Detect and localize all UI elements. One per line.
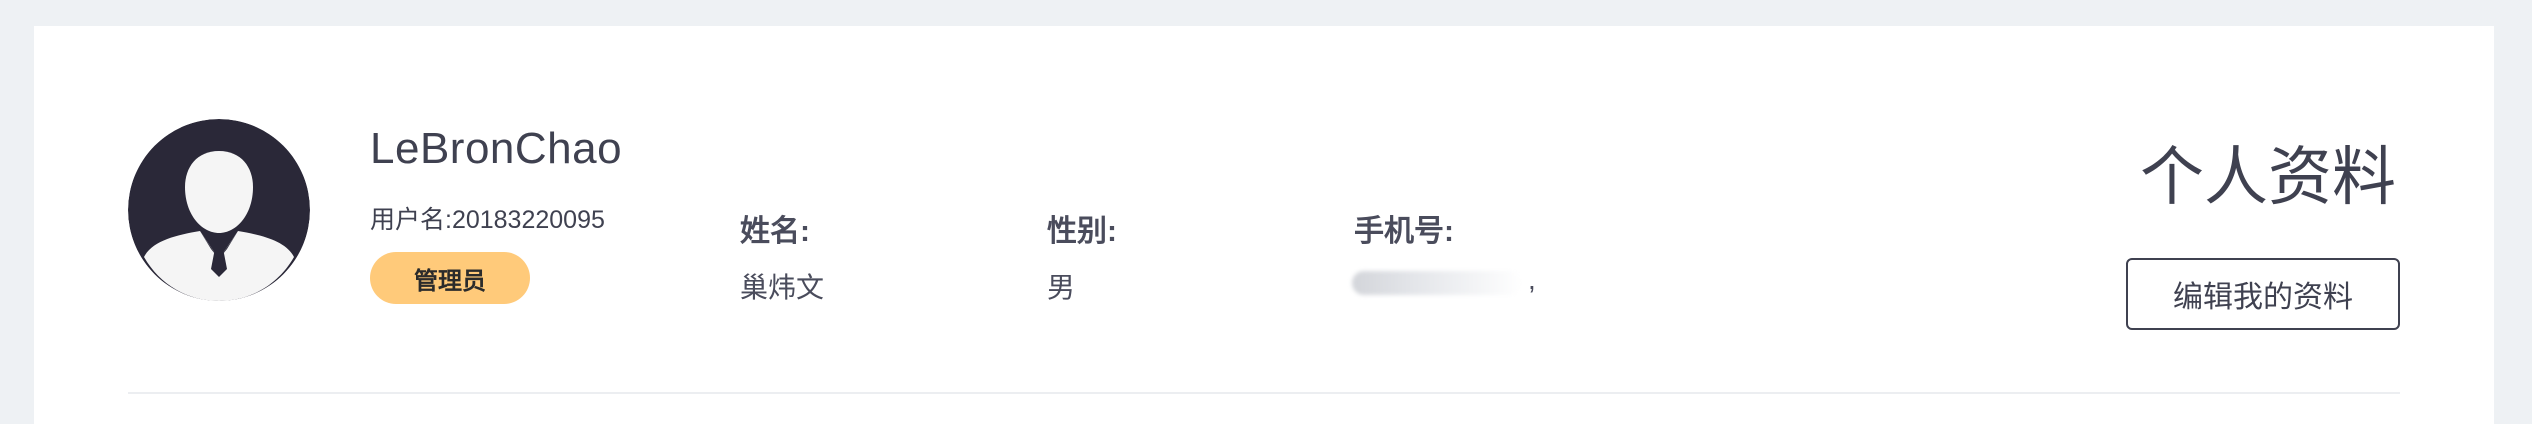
phone-label: 手机号: [1354,215,1454,248]
avatar [128,119,310,301]
divider [128,392,2400,394]
profile-display-name: LeBronChao [370,124,623,173]
profile-username: 用户名:20183220095 [370,206,605,234]
page-title: 个人资料 [2140,141,2396,213]
profile-card: LeBronChao 用户名:20183220095 管理员 姓名: 巢炜文 性… [34,26,2494,424]
gender-label: 性别: [1047,215,1117,248]
gender-value: 男 [1047,272,1076,303]
user-silhouette-icon [128,119,310,301]
phone-value-suffix: , [1528,264,1536,295]
name-value: 巢炜文 [740,272,825,303]
edit-profile-button[interactable]: 编辑我的资料 [2126,258,2400,330]
phone-value: , [1352,264,1536,300]
name-label: 姓名: [740,215,810,248]
phone-redaction [1352,271,1522,295]
role-badge: 管理员 [370,252,530,304]
